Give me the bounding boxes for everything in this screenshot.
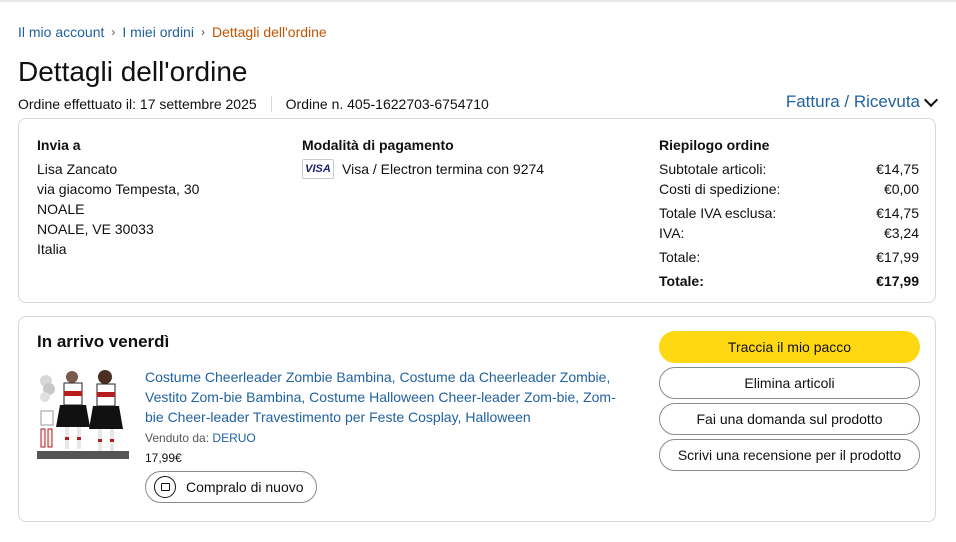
summary-value: €14,75 bbox=[876, 205, 919, 221]
write-review-button[interactable]: Scrivi una recensione per il prodotto bbox=[659, 439, 920, 471]
shipping-address: Invia a Lisa Zancato via giacomo Tempest… bbox=[37, 135, 199, 259]
seller-link[interactable]: DERUO bbox=[212, 431, 255, 445]
shipping-heading: Invia a bbox=[37, 137, 81, 153]
remove-items-button[interactable]: Elimina articoli bbox=[659, 367, 920, 399]
shipping-street: via giacomo Tempesta, 30 bbox=[37, 181, 200, 197]
buy-again-label: Compralo di nuovo bbox=[186, 479, 304, 495]
chevron-down-icon bbox=[923, 92, 939, 107]
breadcrumb-current: Dettagli dell'ordine bbox=[211, 24, 327, 40]
payment-heading: Modalità di pagamento bbox=[302, 137, 454, 153]
shipment-actions: Traccia il mio pacco Elimina articoli Fa… bbox=[659, 331, 920, 475]
summary-label: IVA: bbox=[659, 225, 685, 241]
order-summary: Riepilogo ordine Subtotale articoli: €14… bbox=[659, 135, 919, 291]
order-meta: Ordine effettuato il: 17 settembre 2025 … bbox=[18, 96, 489, 112]
summary-value: €17,99 bbox=[876, 249, 919, 265]
summary-row: Totale: €17,99 bbox=[659, 247, 919, 267]
invoice-link-label: Fattura / Ricevuta bbox=[785, 92, 920, 111]
summary-row: Costi di spedizione: €0,00 bbox=[659, 179, 919, 199]
breadcrumb-account-link[interactable]: Il mio account bbox=[18, 24, 104, 40]
buy-again-button[interactable]: Compralo di nuovo bbox=[145, 471, 317, 503]
summary-label: Totale: bbox=[659, 249, 701, 265]
arrival-status: In arrivo venerdì bbox=[37, 332, 170, 351]
shipment-card: In arrivo venerdì Costume Cheerleader Zo… bbox=[18, 316, 936, 522]
ask-product-question-button[interactable]: Fai una domanda sul prodotto bbox=[659, 403, 920, 435]
summary-row: IVA: €3,24 bbox=[659, 223, 919, 243]
payment-card-text: Visa / Electron termina con 9274 bbox=[342, 161, 545, 177]
breadcrumb-separator: › bbox=[200, 25, 205, 39]
payment-method: Modalità di pagamento VISA Visa / Electr… bbox=[302, 135, 544, 179]
meta-divider bbox=[270, 96, 272, 112]
buy-again-icon bbox=[154, 476, 176, 498]
summary-label: Totale: bbox=[659, 273, 704, 289]
product-title-link[interactable]: Costume Cheerleader Zombie Bambina, Cost… bbox=[145, 367, 630, 427]
summary-value: €14,75 bbox=[876, 161, 919, 177]
shipping-name: Lisa Zancato bbox=[37, 161, 118, 177]
seller-info: Venduto da: DERUO bbox=[145, 431, 256, 445]
order-info-card: Invia a Lisa Zancato via giacomo Tempest… bbox=[18, 118, 936, 303]
top-divider bbox=[0, 0, 956, 2]
product-thumbnail[interactable] bbox=[37, 367, 129, 459]
page-title: Dettagli dell'ordine bbox=[18, 56, 248, 87]
summary-heading: Riepilogo ordine bbox=[659, 137, 770, 153]
invoice-dropdown[interactable]: Fattura / Ricevuta bbox=[785, 92, 939, 112]
summary-grand-total-row: Totale: €17,99 bbox=[659, 271, 919, 291]
breadcrumb: Il mio account › I miei ordini › Dettagl… bbox=[18, 24, 327, 40]
summary-label: Subtotale articoli: bbox=[659, 161, 767, 177]
order-number: Ordine n. 405-1622703-6754710 bbox=[285, 96, 489, 112]
track-package-button[interactable]: Traccia il mio pacco bbox=[659, 331, 920, 363]
breadcrumb-separator: › bbox=[111, 25, 116, 39]
summary-value: €0,00 bbox=[883, 181, 919, 197]
summary-label: Totale IVA esclusa: bbox=[659, 205, 777, 221]
shipping-postal-city: NOALE, VE 30033 bbox=[37, 221, 154, 237]
summary-value: €17,99 bbox=[876, 273, 919, 289]
summary-row: Totale IVA esclusa: €14,75 bbox=[659, 203, 919, 223]
summary-row: Subtotale articoli: €14,75 bbox=[659, 159, 919, 179]
shipping-country: Italia bbox=[37, 241, 67, 257]
shipping-city: NOALE bbox=[37, 201, 85, 217]
breadcrumb-orders-link[interactable]: I miei ordini bbox=[122, 24, 194, 40]
order-date: Ordine effettuato il: 17 settembre 2025 bbox=[18, 96, 257, 112]
summary-value: €3,24 bbox=[883, 225, 919, 241]
payment-card-row: VISA Visa / Electron termina con 9274 bbox=[302, 159, 544, 179]
visa-logo: VISA bbox=[302, 159, 334, 179]
seller-label: Venduto da: bbox=[145, 431, 210, 445]
product-price: 17,99€ bbox=[145, 451, 182, 465]
summary-label: Costi di spedizione: bbox=[659, 181, 781, 197]
